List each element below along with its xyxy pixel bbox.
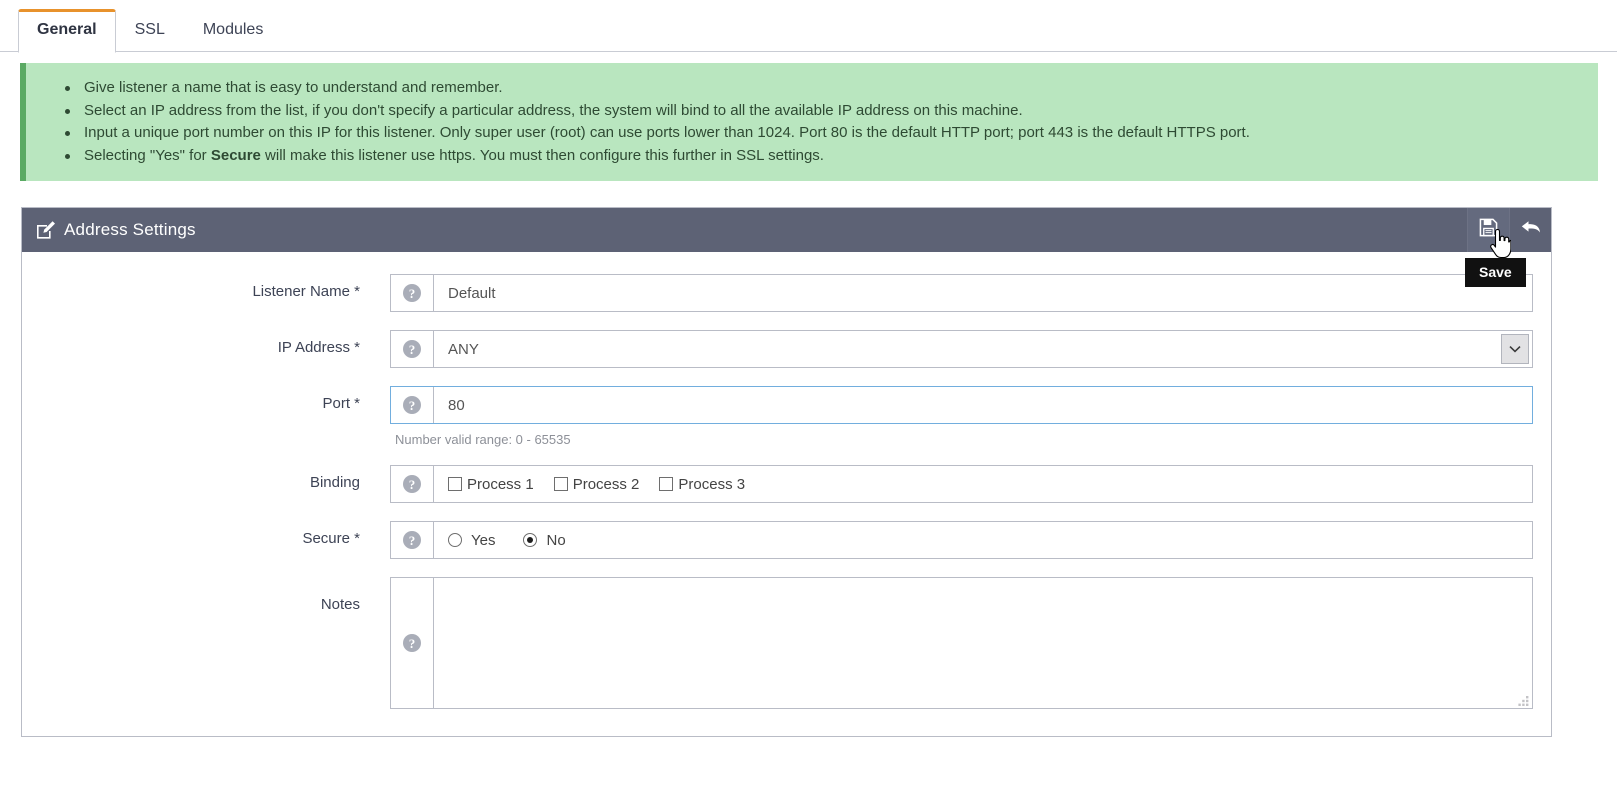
radio-secure-no-label: No	[546, 531, 566, 549]
field-ip-address: ? ANY	[390, 330, 1551, 368]
tab-ssl-label: SSL	[134, 21, 165, 38]
tab-ssl[interactable]: SSL	[116, 9, 184, 53]
info-bullet-1: Give listener a name that is easy to und…	[65, 77, 1588, 100]
help-question-icon[interactable]: ?	[403, 340, 421, 358]
help-question-icon[interactable]: ?	[403, 284, 421, 302]
help-cell-listener-name: ?	[391, 275, 434, 311]
label-binding: Binding	[309, 474, 360, 491]
checkbox-process-2-label: Process 2	[572, 475, 640, 493]
info-callout: Give listener a name that is easy to und…	[20, 63, 1598, 181]
info-bullet-4-suffix: will make this listener use https. You m…	[260, 146, 824, 164]
row-listener-name: Listener Name * ? Default	[22, 274, 1551, 312]
port-input[interactable]: 80	[434, 387, 1532, 423]
checkbox-process-3-label: Process 3	[678, 475, 746, 493]
listener-name-value: Default	[448, 284, 496, 302]
control-listener-name: ? Default	[390, 274, 1533, 312]
row-notes: Notes ?	[22, 577, 1551, 709]
chevron-down-icon[interactable]	[1501, 334, 1529, 364]
radio-circle-icon[interactable]	[448, 533, 462, 547]
control-notes: ?	[390, 577, 1533, 709]
label-ip-address: IP Address *	[277, 339, 360, 356]
help-cell-notes: ?	[391, 578, 434, 708]
info-bullet-4-emphasis: Secure	[210, 146, 261, 164]
port-value: 80	[448, 396, 465, 414]
field-port: ? 80 Number valid range: 0 - 65535	[390, 386, 1551, 447]
help-question-icon[interactable]: ?	[403, 531, 421, 549]
checkbox-process-3[interactable]: Process 3	[659, 476, 745, 493]
panel-header: Address Settings	[22, 208, 1551, 252]
save-button[interactable]	[1467, 208, 1509, 252]
control-port: ? 80	[390, 386, 1533, 424]
panel-title: Address Settings	[64, 220, 196, 239]
field-binding: ? Process 1 Process 2 Process 3	[390, 465, 1551, 503]
floppy-disk-icon	[1479, 218, 1498, 242]
info-bullet-2: Select an IP address from the list, if y…	[65, 100, 1588, 123]
radio-circle-selected-icon[interactable]	[523, 533, 538, 547]
row-secure: Secure * ? Yes No	[22, 521, 1551, 559]
info-bullet-4: Selecting "Yes" for Secure will make thi…	[65, 145, 1588, 168]
info-bullet-list: Give listener a name that is easy to und…	[26, 63, 1598, 177]
field-notes: ?	[390, 577, 1551, 709]
help-cell-secure: ?	[391, 522, 434, 558]
checkbox-box-icon[interactable]	[659, 477, 674, 491]
help-cell-port: ?	[391, 387, 434, 423]
address-settings-panel: Address Settings Listener Name * ? Defau…	[21, 207, 1552, 737]
row-binding: Binding ? Process 1 Process 2 Process 3	[22, 465, 1551, 503]
secure-options: Yes No	[434, 522, 1532, 558]
radio-secure-yes[interactable]: Yes	[448, 532, 495, 549]
checkbox-box-icon[interactable]	[448, 477, 462, 491]
undo-arrow-icon	[1520, 218, 1542, 242]
panel-header-actions	[1467, 208, 1551, 252]
checkbox-process-1-label: Process 1	[467, 475, 534, 493]
revert-button[interactable]	[1509, 208, 1551, 252]
label-notes: Notes	[320, 596, 360, 613]
label-port: Port *	[322, 395, 360, 412]
field-listener-name: ? Default	[390, 274, 1551, 312]
resize-grip-icon[interactable]	[1518, 694, 1530, 706]
field-secure: ? Yes No	[390, 521, 1551, 559]
label-listener-name: Listener Name *	[252, 283, 360, 300]
tab-modules[interactable]: Modules	[184, 9, 282, 53]
tab-general[interactable]: General	[18, 9, 116, 53]
checkbox-process-1[interactable]: Process 1	[448, 476, 534, 493]
control-secure: ? Yes No	[390, 521, 1533, 559]
info-bullet-4-prefix: Selecting "Yes" for	[84, 146, 211, 164]
secure-radio-group: Yes No	[448, 532, 594, 549]
row-port: Port * ? 80 Number valid range: 0 - 6553…	[22, 386, 1551, 447]
tab-list: General SSL Modules	[0, 0, 1617, 53]
checkbox-box-icon[interactable]	[553, 477, 568, 491]
tab-bar: General SSL Modules	[0, 0, 1617, 53]
listener-name-input[interactable]: Default	[434, 275, 1532, 311]
control-ip-address: ? ANY	[390, 330, 1533, 368]
ip-address-value: ANY	[448, 340, 479, 358]
binding-options: Process 1 Process 2 Process 3	[434, 466, 1532, 502]
row-ip-address: IP Address * ? ANY	[22, 330, 1551, 368]
save-tooltip: Save	[1465, 258, 1526, 287]
radio-secure-no[interactable]: No	[523, 531, 566, 549]
help-cell-binding: ?	[391, 466, 434, 502]
info-bullet-3: Input a unique port number on this IP fo…	[65, 122, 1588, 145]
ip-address-select[interactable]: ANY	[434, 331, 1501, 367]
binding-checkbox-group: Process 1 Process 2 Process 3	[448, 476, 765, 493]
help-question-icon[interactable]: ?	[403, 475, 421, 493]
control-binding: ? Process 1 Process 2 Process 3	[390, 465, 1533, 503]
port-hint: Number valid range: 0 - 65535	[395, 432, 571, 447]
notes-textarea[interactable]	[434, 578, 1532, 708]
page-root: General SSL Modules Give listener a name…	[0, 0, 1617, 787]
tab-general-label: General	[37, 21, 97, 38]
checkbox-process-2[interactable]: Process 2	[553, 475, 640, 493]
help-question-icon[interactable]: ?	[403, 634, 421, 652]
address-settings-form: Listener Name * ? Default IP Address * ?…	[22, 274, 1551, 709]
edit-pencil-icon	[36, 220, 56, 240]
help-cell-ip-address: ?	[391, 331, 434, 367]
tab-modules-label: Modules	[202, 21, 264, 38]
radio-secure-yes-label: Yes	[471, 531, 496, 549]
help-question-icon[interactable]: ?	[403, 396, 421, 414]
label-secure: Secure *	[302, 530, 360, 547]
